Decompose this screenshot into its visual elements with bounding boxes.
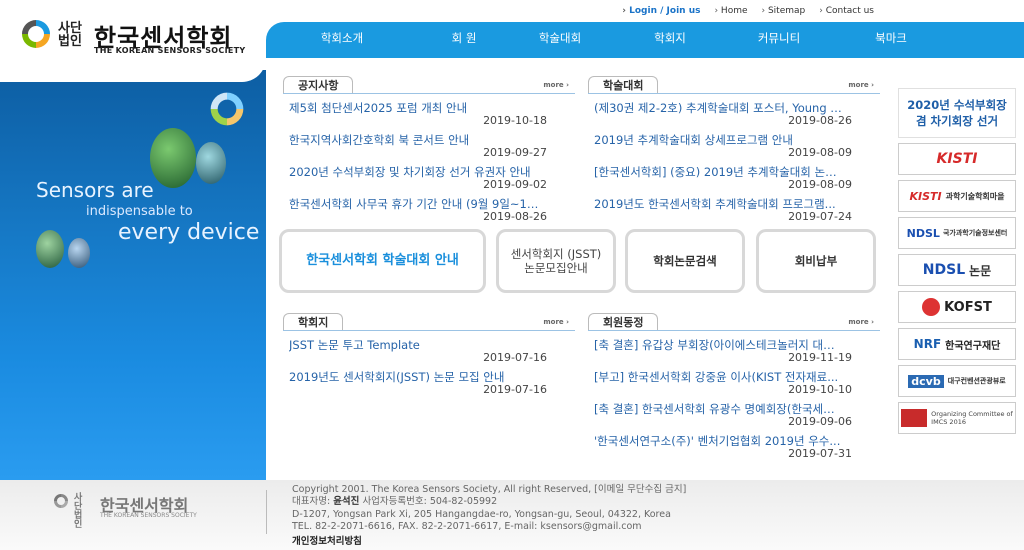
hero-line2: indispensable to [86, 204, 193, 219]
item-date: 2019-09-06 [788, 415, 852, 428]
election-banner[interactable]: 2020년 수석부회장 겸 차기회장 선거 [898, 88, 1016, 138]
notice-tab[interactable]: 공지사항 [283, 76, 354, 94]
footer-info: Copyright 2001. The Korea Sensors Societ… [292, 484, 686, 548]
kofst-banner[interactable]: KOFST [898, 291, 1016, 323]
fee-payment-button[interactable]: 회비납부 [756, 229, 876, 293]
copyright-text: Copyright 2001. The Korea Sensors Societ… [292, 484, 687, 495]
item-date: 2019-07-31 [788, 447, 852, 460]
divider [283, 93, 575, 94]
list-item: 2019년 추계학술대회 상세프로그램 안내 2019-08-09 [594, 132, 874, 164]
nav-members[interactable]: 회 원 [418, 22, 510, 58]
more-link[interactable]: more › [543, 318, 569, 326]
imcs-logo-icon [901, 409, 928, 427]
conference-list: (제30권 제2-2호) 추계학술대회 포스터, Young S... 2019-… [594, 100, 874, 228]
nav-conference[interactable]: 학술대회 [510, 22, 610, 58]
site-logo[interactable]: 사단 법인 한국센서학회 THE KOREAN SENSORS SOCIETY [18, 12, 248, 62]
contact-text: TEL. 82-2-2071-6616, FAX. 82-2-2071-6617… [292, 521, 642, 533]
swirl-logo-icon [22, 20, 50, 48]
divider [588, 93, 880, 94]
utility-links: Login / Join us Home Sitemap Contact us [622, 6, 874, 16]
home-link[interactable]: Home [714, 6, 748, 16]
main-navigation: 학회소개 회 원 학술대회 학회지 커뮤니티 북마크 [266, 22, 1024, 58]
jsst-call-button[interactable]: 센서학회지 (JSST) 논문모집안내 [496, 229, 616, 293]
sensor-egg-graphic [68, 238, 90, 268]
item-date: 2019-10-18 [483, 114, 547, 127]
list-item: 2019년도 센서학회지(JSST) 논문 모집 안내 2019-07-16 [289, 369, 569, 401]
nav-journal[interactable]: 학회지 [610, 22, 730, 58]
paper-search-button[interactable]: 학회논문검색 [625, 229, 745, 293]
dcvb-banner[interactable]: dcvb 대구컨벤션관광뷰로 [898, 365, 1016, 397]
item-date: 2019-09-27 [483, 146, 547, 159]
footer-corp-label: 사단 법인 [74, 493, 83, 530]
item-date: 2019-07-16 [483, 383, 547, 396]
imcs-banner[interactable]: Organizing Committee of IMCS 2016 [898, 402, 1016, 434]
swirl-logo-icon [210, 92, 244, 126]
list-item: '한국센서연구소(주)' 벤처기업협회 2019년 우수... 2019-07-3… [594, 433, 874, 465]
footer: 사단 법인 한국센서학회 THE KOREAN SENSORS SOCIETY C… [0, 480, 1024, 550]
address-text: D-1207, Yongsan Park Xi, 205 Hangangdae-… [292, 508, 671, 520]
journal-tab[interactable]: 학회지 [283, 313, 344, 331]
nav-about[interactable]: 학회소개 [266, 22, 418, 58]
logo-english: THE KOREAN SENSORS SOCIETY [94, 46, 246, 55]
hero-line1: Sensors are [36, 178, 154, 202]
kofst-logo-icon [922, 298, 941, 316]
more-link[interactable]: more › [848, 81, 874, 89]
item-date: 2019-08-26 [788, 114, 852, 127]
journal-list: JSST 논문 투고 Template 2019-07-16 2019년도 센서학… [289, 337, 569, 401]
more-link[interactable]: more › [543, 81, 569, 89]
item-date: 2019-09-02 [483, 178, 547, 191]
kisti-banner[interactable]: KISTI [898, 143, 1016, 175]
divider [283, 330, 575, 331]
business-info: 대표자명: 윤석진 사업자등록번호: 504-82-05992 [292, 496, 498, 508]
list-item: 2019년도 한국센서학회 추계학술대회 프로그램... 2019-07-24 [594, 196, 874, 228]
conference-tab[interactable]: 학술대회 [588, 76, 659, 94]
item-date: 2019-08-26 [483, 210, 547, 223]
list-item: (제30권 제2-2호) 추계학술대회 포스터, Young S... 2019-… [594, 100, 874, 132]
hero-banner: Sensors are indispensable to every devic… [0, 70, 266, 480]
nrf-banner[interactable]: NRF 한국연구재단 [898, 328, 1016, 360]
item-date: 2019-07-24 [788, 210, 852, 223]
item-date: 2019-07-16 [483, 351, 547, 364]
item-date: 2019-11-19 [788, 351, 852, 364]
list-item: 한국지역사회간호학회 북 콘서트 안내 2019-09-27 [289, 132, 569, 164]
notice-list: 제5회 첨단센서2025 포럼 개최 안내 2019-10-18 한국지역사회간호… [289, 100, 569, 228]
list-item: 한국센서학회 사무국 휴가 기간 안내 (9월 9일~13... 2019-08-… [289, 196, 569, 228]
hero-line3: every device [118, 220, 260, 245]
kisti-society-banner[interactable]: KISTI 과학기술학회마을 [898, 180, 1016, 212]
side-banners: 2020년 수석부회장 겸 차기회장 선거 KISTI KISTI 과학기술학회마을… [898, 88, 1016, 439]
list-item: [축 결혼] 한국센서학회 유광수 명예회장(한국세라... 2019-09-06 [594, 401, 874, 433]
ndsl-paper-banner[interactable]: NDSL 논문 [898, 254, 1016, 286]
divider [588, 330, 880, 331]
login-join-link[interactable]: Login / Join us [622, 6, 700, 16]
list-item: 제5회 첨단센서2025 포럼 개최 안내 2019-10-18 [289, 100, 569, 132]
item-date: 2019-08-09 [788, 146, 852, 159]
members-list: [축 결혼] 유갑상 부회장(아이에스테크놀러지 대표... 2019-11-19… [594, 337, 874, 465]
list-item: [부고] 한국센서학회 강중윤 이사(KIST 전자재료... 2019-10-1… [594, 369, 874, 401]
list-item: JSST 논문 투고 Template 2019-07-16 [289, 337, 569, 369]
contact-link[interactable]: Contact us [819, 6, 874, 16]
privacy-policy-link[interactable]: 개인정보처리방침 [292, 536, 686, 548]
sensor-egg-graphic [36, 230, 64, 268]
logo-corp-label: 사단 법인 [58, 21, 82, 49]
item-date: 2019-10-10 [788, 383, 852, 396]
list-item: 2020년 수석부회장 및 차기회장 선거 유권자 안내 2019-09-02 [289, 164, 569, 196]
swirl-logo-icon [54, 494, 68, 508]
hero-top-curve [0, 58, 266, 82]
sitemap-link[interactable]: Sitemap [762, 6, 805, 16]
item-date: 2019-08-09 [788, 178, 852, 191]
sensor-egg-graphic [196, 142, 226, 184]
ndsl-center-banner[interactable]: NDSL 국가과학기술정보센터 [898, 217, 1016, 249]
nav-community[interactable]: 커뮤니티 [730, 22, 828, 58]
list-item: [한국센서학회] (중요) 2019년 추계학술대회 논문... 2019-08-… [594, 164, 874, 196]
nav-bookmark[interactable]: 북마크 [828, 22, 954, 58]
more-link[interactable]: more › [848, 318, 874, 326]
members-tab[interactable]: 회원동정 [588, 313, 659, 331]
footer-logo-english: THE KOREAN SENSORS SOCIETY [100, 512, 197, 519]
conference-info-button[interactable]: 한국센서학회 학술대회 안내 [279, 229, 486, 293]
footer-divider [266, 490, 267, 534]
sensor-egg-graphic [150, 128, 196, 188]
list-item: [축 결혼] 유갑상 부회장(아이에스테크놀러지 대표... 2019-11-19 [594, 337, 874, 369]
